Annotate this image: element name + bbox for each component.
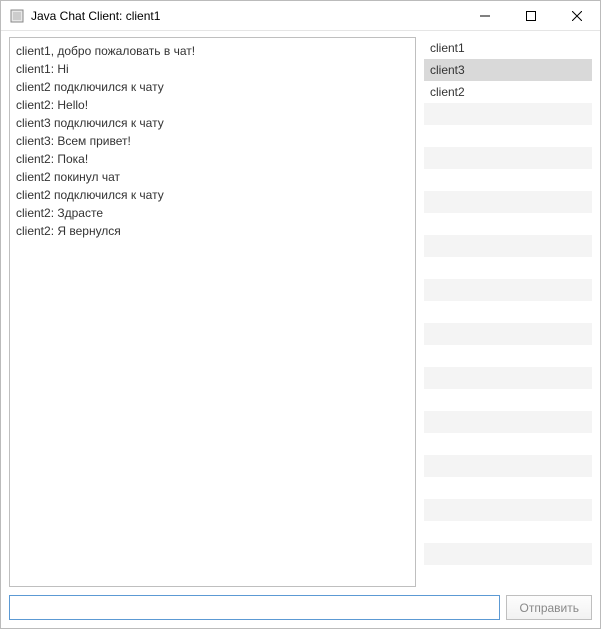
user-list-empty-row (424, 147, 592, 169)
user-list-empty-row (424, 191, 592, 213)
send-button[interactable]: Отправить (506, 595, 592, 620)
app-icon (9, 8, 25, 24)
chat-message: client1, добро пожаловать в чат! (16, 42, 409, 60)
user-list-empty-row (424, 367, 592, 389)
user-list-item[interactable]: client3 (424, 59, 592, 81)
user-list-empty-row (424, 169, 592, 191)
chat-message: client3 подключился к чату (16, 114, 409, 132)
titlebar: Java Chat Client: client1 (1, 1, 600, 31)
user-list-empty-row (424, 323, 592, 345)
bottom-bar: Отправить (1, 591, 600, 628)
message-input[interactable] (9, 595, 500, 620)
user-list-item[interactable]: client1 (424, 37, 592, 59)
user-list[interactable]: client1client3client2 (424, 37, 592, 587)
user-list-empty-row (424, 411, 592, 433)
chat-message: client3: Всем привет! (16, 132, 409, 150)
close-button[interactable] (554, 1, 600, 30)
user-list-empty-row (424, 477, 592, 499)
user-list-empty-row (424, 389, 592, 411)
user-list-empty-row (424, 521, 592, 543)
app-window: Java Chat Client: client1 client1, добро… (0, 0, 601, 629)
chat-message: client2: Здрасте (16, 204, 409, 222)
maximize-button[interactable] (508, 1, 554, 30)
chat-message: client2 подключился к чату (16, 78, 409, 96)
user-list-empty-row (424, 543, 592, 565)
window-title: Java Chat Client: client1 (31, 9, 462, 23)
user-list-empty-row (424, 455, 592, 477)
content-area: client1, добро пожаловать в чат!client1:… (1, 31, 600, 591)
window-controls (462, 1, 600, 30)
chat-message: client2: Hello! (16, 96, 409, 114)
chat-message: client2 подключился к чату (16, 186, 409, 204)
user-list-empty-row (424, 433, 592, 455)
user-list-empty-row (424, 499, 592, 521)
user-list-empty-row (424, 345, 592, 367)
chat-log[interactable]: client1, добро пожаловать в чат!client1:… (9, 37, 416, 587)
user-list-empty-row (424, 279, 592, 301)
user-list-empty-row (424, 301, 592, 323)
chat-message: client2: Я вернулся (16, 222, 409, 240)
user-list-empty-row (424, 565, 592, 587)
user-list-empty-row (424, 235, 592, 257)
user-list-item[interactable]: client2 (424, 81, 592, 103)
chat-message: client2 покинул чат (16, 168, 409, 186)
minimize-button[interactable] (462, 1, 508, 30)
user-list-empty-row (424, 257, 592, 279)
chat-message: client2: Пока! (16, 150, 409, 168)
user-list-empty-row (424, 103, 592, 125)
user-list-empty-row (424, 125, 592, 147)
chat-message: client1: Hi (16, 60, 409, 78)
user-list-empty-row (424, 213, 592, 235)
